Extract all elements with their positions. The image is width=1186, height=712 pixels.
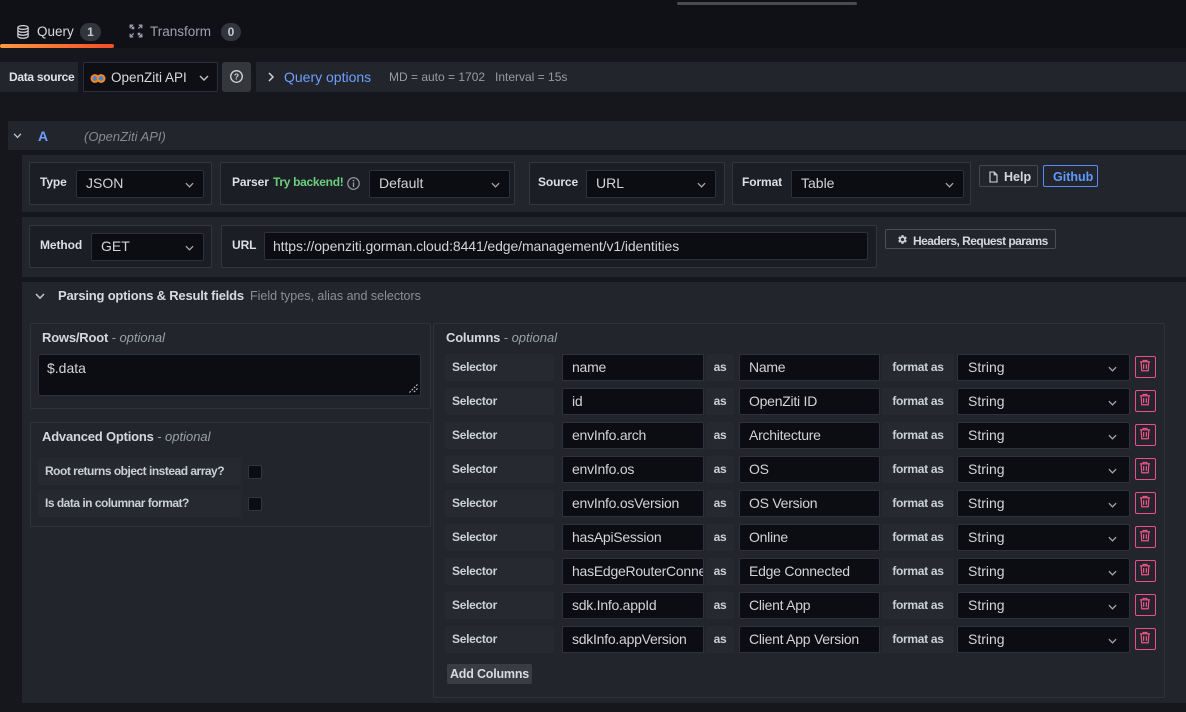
svg-text:?: ? xyxy=(234,71,239,81)
